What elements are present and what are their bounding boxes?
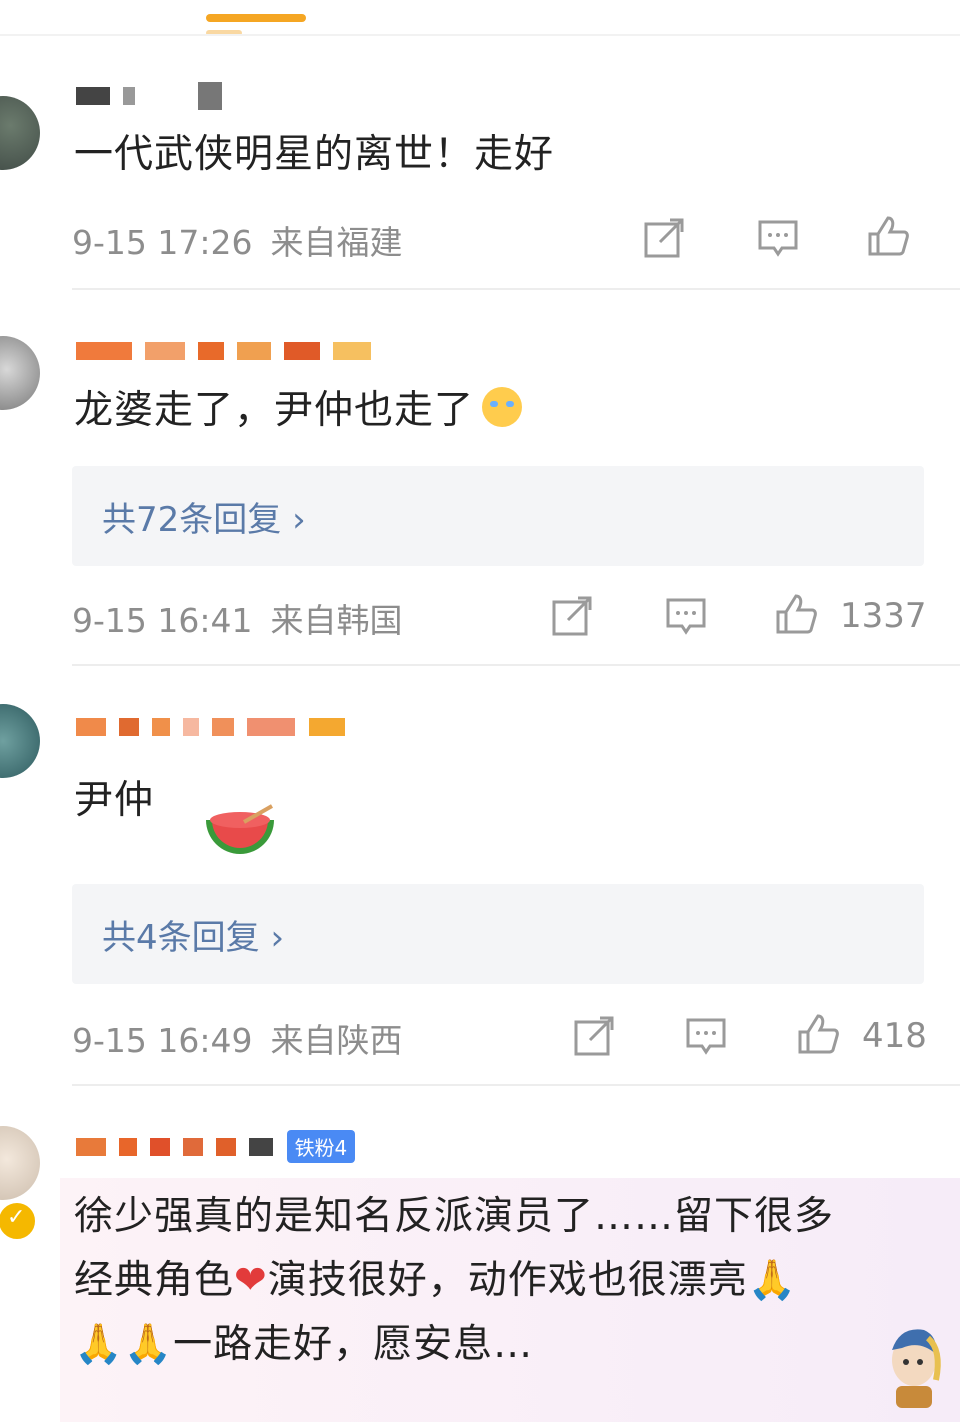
header-divider xyxy=(0,34,960,36)
share-icon[interactable] xyxy=(642,216,686,264)
comment-text-line2: 经典角色❤演技很好，动作戏也很漂亮🙏 xyxy=(74,1250,797,1312)
username-obscured[interactable] xyxy=(76,82,230,110)
comment-meta: 9-15 17:26 来自福建 xyxy=(72,216,403,264)
pray-icon: 🙏 xyxy=(74,1322,124,1367)
heart-icon: ❤ xyxy=(234,1258,268,1303)
thumbs-up-icon[interactable] xyxy=(866,214,910,262)
comment-text-segment: 演技很好，动作戏也很漂亮 xyxy=(267,1258,748,1303)
replies-count: 共72条回复 › xyxy=(102,500,306,540)
thumbs-up-icon[interactable] xyxy=(796,1012,840,1060)
avatar[interactable] xyxy=(0,704,40,778)
comment-text: 尹仲 xyxy=(74,778,155,823)
avatar[interactable] xyxy=(0,336,40,410)
comment-date: 9-15 17:26 xyxy=(72,223,253,262)
crying-emoji-icon xyxy=(482,387,523,427)
comment-meta: 9-15 16:49 来自陕西 xyxy=(72,1014,403,1062)
like-count: 1337 xyxy=(840,596,927,636)
comment-meta: 9-15 16:41 来自韩国 xyxy=(72,594,403,642)
comment-date: 9-15 16:49 xyxy=(72,1021,253,1060)
comment-text: 一代武侠明星的离世！走好 xyxy=(74,132,555,177)
comment-divider xyxy=(72,664,960,666)
replies-link[interactable]: 共4条回复 › xyxy=(72,884,924,984)
comment-text-segment: 经典角色 xyxy=(74,1258,235,1303)
comment-divider xyxy=(72,288,960,290)
comment-text-line3: 🙏🙏一路走好，愿安息… xyxy=(74,1314,533,1376)
pray-icon: 🙏 xyxy=(123,1322,174,1367)
username-obscured[interactable] xyxy=(76,716,353,744)
active-tab-indicator xyxy=(206,14,306,22)
comment-text: 龙婆走了，尹仲也走了 xyxy=(74,380,523,442)
girl-sticker-icon xyxy=(880,1320,946,1410)
like-count: 418 xyxy=(862,1016,927,1056)
comment-text-content: 龙婆走了，尹仲也走了 xyxy=(74,388,475,433)
replies-count: 共4条回复 › xyxy=(102,918,285,958)
comment-location: 来自韩国 xyxy=(270,601,403,640)
comment-icon[interactable] xyxy=(664,594,708,642)
share-icon[interactable] xyxy=(550,594,594,642)
watermelon-sticker-icon xyxy=(202,804,278,864)
replies-link[interactable]: 共72条回复 › xyxy=(72,466,924,566)
avatar[interactable] xyxy=(0,1126,40,1200)
pray-icon: 🙏 xyxy=(747,1258,798,1303)
comment-location: 来自陕西 xyxy=(270,1021,403,1060)
comment-text-segment: 一路走好，愿安息… xyxy=(173,1322,534,1367)
comment-divider xyxy=(72,1084,960,1086)
username-obscured[interactable] xyxy=(76,340,379,368)
share-icon[interactable] xyxy=(572,1014,616,1062)
comment-icon[interactable] xyxy=(756,216,800,264)
comment-location: 来自福建 xyxy=(270,223,403,262)
comment-date: 9-15 16:41 xyxy=(72,601,253,640)
verified-badge-icon xyxy=(0,1200,38,1242)
avatar[interactable] xyxy=(0,96,40,170)
username-obscured[interactable]: 铁粉4 xyxy=(76,1130,356,1163)
fan-level-badge: 铁粉4 xyxy=(286,1130,356,1163)
thumbs-up-icon[interactable] xyxy=(774,592,818,640)
comment-text-line1: 徐少强真的是知名反派演员了……留下很多 xyxy=(74,1194,835,1239)
comment-icon[interactable] xyxy=(684,1014,728,1062)
